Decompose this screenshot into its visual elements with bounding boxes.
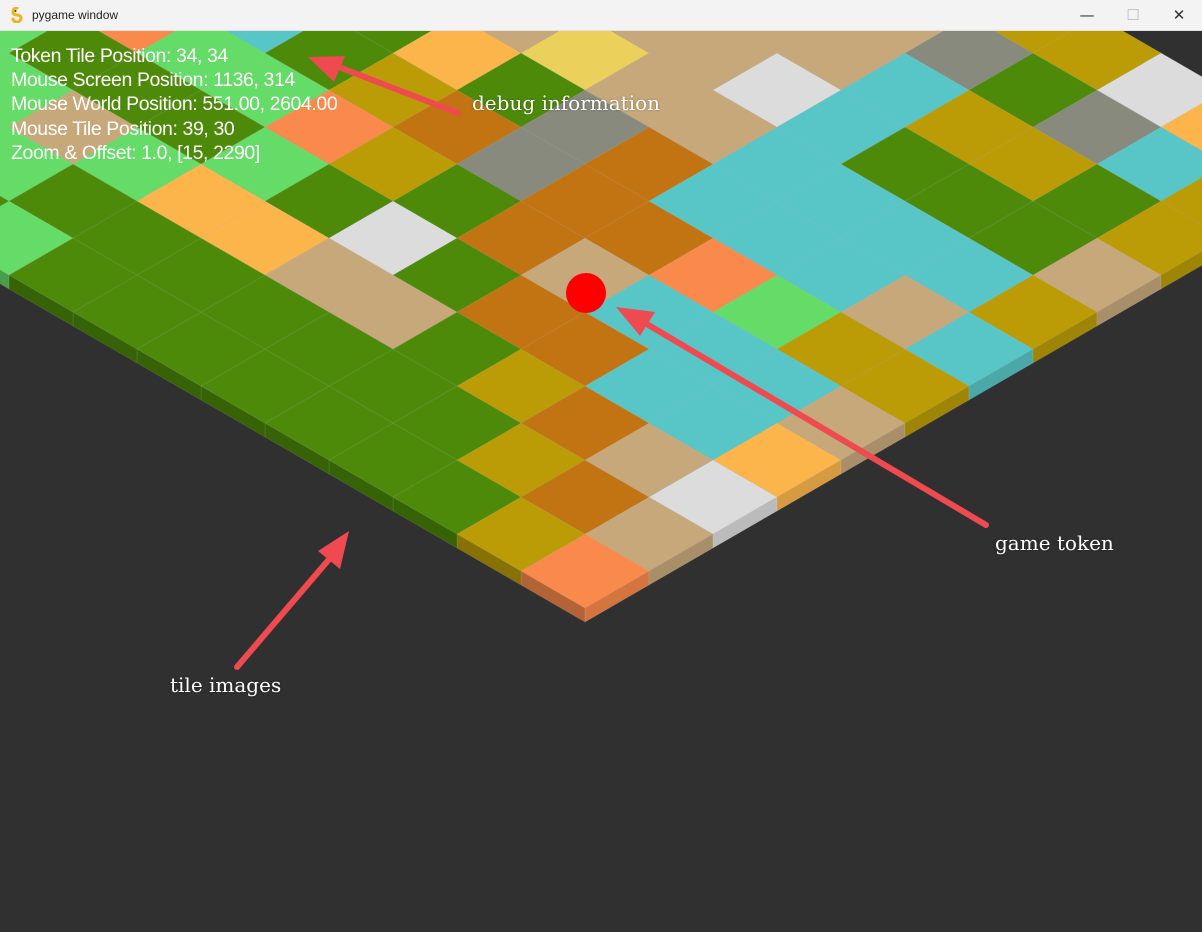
debug-overlay: Token Tile Position: 34, 34 Mouse Screen… (11, 44, 338, 165)
isometric-tile-map[interactable] (0, 31, 1202, 932)
debug-zoom-offset: Zoom & Offset: 1.0, [15, 2290] (11, 141, 260, 164)
debug-token-tile-position: Token Tile Position: 34, 34 (11, 45, 228, 67)
annotation-game-token: game token (995, 531, 1114, 555)
debug-mouse-screen-position: Mouse Screen Position: 1136, 314 (11, 69, 295, 92)
close-button[interactable]: ✕ (1156, 0, 1202, 30)
game-viewport[interactable] (0, 31, 1202, 932)
title-bar[interactable]: pygame window — ☐ ✕ (0, 0, 1202, 31)
maximize-button[interactable]: ☐ (1110, 0, 1156, 30)
annotation-debug-information: debug information (472, 91, 661, 115)
minimize-button[interactable]: — (1064, 0, 1110, 30)
pygame-snake-icon (11, 7, 23, 23)
window-title: pygame window (32, 8, 119, 22)
game-token[interactable] (566, 273, 606, 313)
pygame-window: pygame window — ☐ ✕ Token Tile Position:… (0, 0, 1202, 932)
debug-mouse-world-position: Mouse World Position: 551.00, 2604.00 (11, 93, 338, 116)
annotation-tile-images: tile images (170, 673, 282, 697)
debug-mouse-tile-position: Mouse Tile Position: 39, 30 (11, 117, 235, 140)
